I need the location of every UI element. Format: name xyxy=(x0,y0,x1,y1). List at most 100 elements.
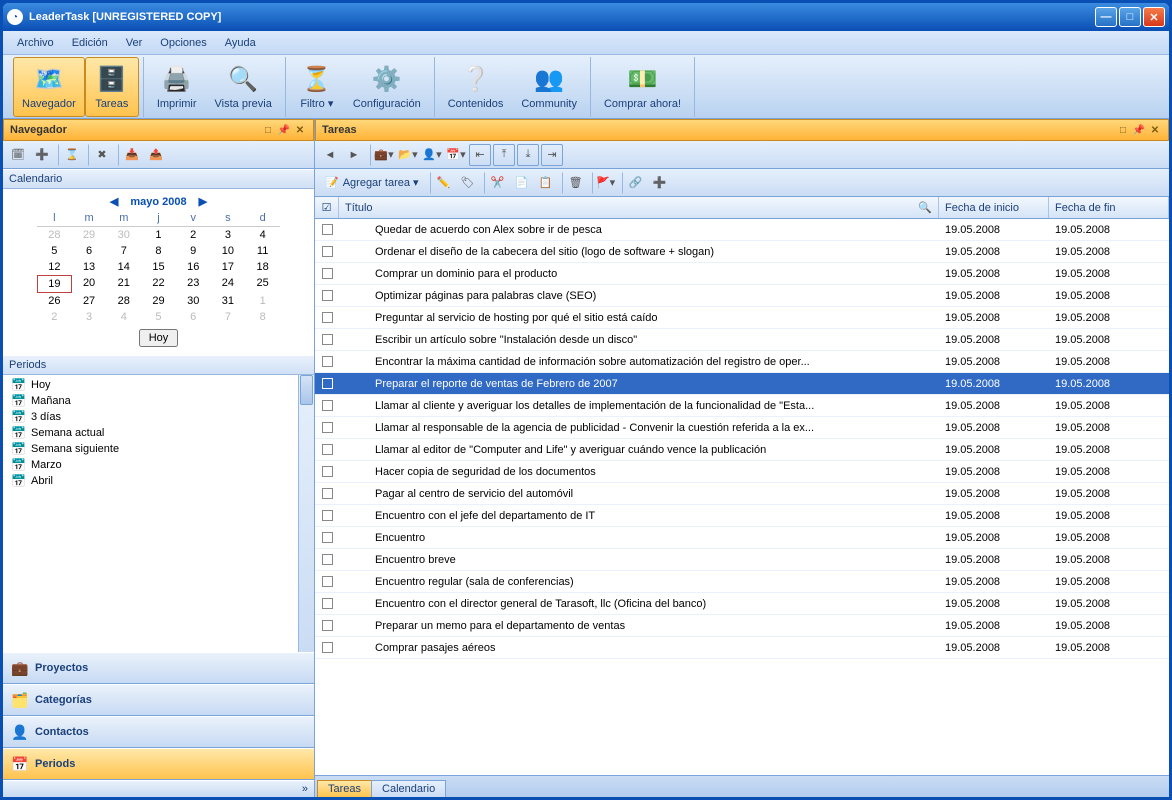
calendar-day[interactable]: 15 xyxy=(141,259,176,275)
link-new-icon[interactable]: ➕ xyxy=(649,172,671,194)
menu-archivo[interactable]: Archivo xyxy=(9,34,62,52)
task-row[interactable]: Pagar al centro de servicio del automóvi… xyxy=(315,483,1169,505)
nav-fwd-icon[interactable]: ► xyxy=(343,144,365,166)
cal-dropdown-icon[interactable]: 📅▾ xyxy=(445,144,467,166)
calendar-day[interactable]: 18 xyxy=(245,259,280,275)
calendar-day[interactable]: 21 xyxy=(106,275,141,293)
task-checkbox[interactable] xyxy=(322,642,333,653)
task-row[interactable]: Preparar el reporte de ventas de Febrero… xyxy=(315,373,1169,395)
toolbar-navegador[interactable]: 🗺️Navegador xyxy=(13,57,85,117)
task-checkbox[interactable] xyxy=(322,400,333,411)
column-checkbox[interactable]: ☑ xyxy=(315,197,339,218)
calendar-day-prev[interactable]: 30 xyxy=(106,227,141,243)
calendar-day[interactable]: 16 xyxy=(176,259,211,275)
task-row[interactable]: Comprar un dominio para el producto19.05… xyxy=(315,263,1169,285)
task-row[interactable]: Quedar de acuerdo con Alex sobre ir de p… xyxy=(315,219,1169,241)
task-checkbox[interactable] xyxy=(322,268,333,279)
calendar-day-next[interactable]: 6 xyxy=(176,309,211,325)
calendar-day[interactable]: 7 xyxy=(106,243,141,259)
tasks-panel-close-icon[interactable]: ✕ xyxy=(1148,123,1162,137)
move-down-icon[interactable]: ⤓ xyxy=(517,144,539,166)
task-checkbox[interactable] xyxy=(322,444,333,455)
task-checkbox[interactable] xyxy=(322,466,333,477)
calendar-day[interactable]: 29 xyxy=(141,293,176,309)
scrollbar[interactable] xyxy=(298,375,314,652)
calendar-day[interactable]: 22 xyxy=(141,275,176,293)
task-row[interactable]: Optimizar páginas para palabras clave (S… xyxy=(315,285,1169,307)
add-task-button[interactable]: 📝 Agregar tarea ▾ xyxy=(319,174,425,191)
calendar-day[interactable]: 5 xyxy=(37,243,72,259)
task-row[interactable]: Hacer copia de seguridad de los document… xyxy=(315,461,1169,483)
toolbar-comprarahora[interactable]: 💵Comprar ahora! xyxy=(595,57,690,117)
user-dropdown-icon[interactable]: 👤▾ xyxy=(421,144,443,166)
task-checkbox[interactable] xyxy=(322,488,333,499)
task-checkbox[interactable] xyxy=(322,532,333,543)
task-row[interactable]: Preparar un memo para el departamento de… xyxy=(315,615,1169,637)
task-row[interactable]: Preguntar al servicio de hosting por qué… xyxy=(315,307,1169,329)
nav-collapse-chevron[interactable]: » xyxy=(3,780,314,797)
calendar-today-button[interactable]: Hoy xyxy=(139,329,179,347)
link-add-icon[interactable]: 🔗 xyxy=(625,172,647,194)
calendar-day[interactable]: 3 xyxy=(211,227,246,243)
task-checkbox[interactable] xyxy=(322,356,333,367)
close-button[interactable]: ✕ xyxy=(1143,7,1165,27)
task-row[interactable]: Encuentro con el director general de Tar… xyxy=(315,593,1169,615)
calendar-day[interactable]: 11 xyxy=(245,243,280,259)
nav-tool-2[interactable]: ➕ xyxy=(31,144,53,166)
calendar-day-next[interactable]: 7 xyxy=(211,309,246,325)
calendar-day[interactable]: 14 xyxy=(106,259,141,275)
toolbar-configuracin[interactable]: ⚙️Configuración xyxy=(344,57,430,117)
calendar-day[interactable]: 20 xyxy=(72,275,107,293)
calendar-day[interactable]: 6 xyxy=(72,243,107,259)
menu-edición[interactable]: Edición xyxy=(64,34,116,52)
task-row[interactable]: Encuentro regular (sala de conferencias)… xyxy=(315,571,1169,593)
move-left-icon[interactable]: ⇤ xyxy=(469,144,491,166)
task-checkbox[interactable] xyxy=(322,312,333,323)
nav-tool-5[interactable]: 📥 xyxy=(121,144,143,166)
nav-proyectos[interactable]: 💼Proyectos xyxy=(3,652,314,684)
period-item[interactable]: 3 días xyxy=(3,409,314,425)
edit-props-icon[interactable]: 🏷 xyxy=(457,172,479,194)
task-checkbox[interactable] xyxy=(322,290,333,301)
calendar-day[interactable]: 27 xyxy=(72,293,107,309)
nav-tool-3[interactable]: ⌛ xyxy=(61,144,83,166)
nav-periods[interactable]: 📅Periods xyxy=(3,748,314,780)
calendar-prev-month[interactable]: ◀ xyxy=(104,195,124,208)
calendar-day-next[interactable]: 1 xyxy=(245,293,280,309)
period-item[interactable]: Mañana xyxy=(3,393,314,409)
task-checkbox[interactable] xyxy=(322,598,333,609)
menu-opciones[interactable]: Opciones xyxy=(152,34,214,52)
calendar-day[interactable]: 19 xyxy=(37,275,72,293)
calendar-day-next[interactable]: 4 xyxy=(106,309,141,325)
task-checkbox[interactable] xyxy=(322,554,333,565)
calendar-day-next[interactable]: 5 xyxy=(141,309,176,325)
flag-dropdown-icon[interactable]: 🚩▾ xyxy=(595,172,617,194)
column-title[interactable]: Título🔍 xyxy=(339,197,939,218)
calendar-day[interactable]: 26 xyxy=(37,293,72,309)
tasks-panel-window-icon[interactable]: □ xyxy=(1116,123,1130,137)
minimize-button[interactable]: — xyxy=(1095,7,1117,27)
bottom-tab-calendario[interactable]: Calendario xyxy=(371,780,446,797)
period-item[interactable]: Semana siguiente xyxy=(3,441,314,457)
move-up-icon[interactable]: ⤒ xyxy=(493,144,515,166)
calendar-day[interactable]: 31 xyxy=(211,293,246,309)
toolbar-contenidos[interactable]: ❔Contenidos xyxy=(439,57,513,117)
search-icon[interactable]: 🔍 xyxy=(918,201,932,214)
calendar-day[interactable]: 8 xyxy=(141,243,176,259)
calendar-day-prev[interactable]: 28 xyxy=(37,227,72,243)
task-checkbox[interactable] xyxy=(322,422,333,433)
period-item[interactable]: Hoy xyxy=(3,377,314,393)
calendar-day[interactable]: 25 xyxy=(245,275,280,293)
period-item[interactable]: Abril xyxy=(3,473,314,489)
calendar-day[interactable]: 2 xyxy=(176,227,211,243)
task-checkbox[interactable] xyxy=(322,224,333,235)
calendar-day-next[interactable]: 2 xyxy=(37,309,72,325)
toolbar-filtro[interactable]: ⏳Filtro ▾ xyxy=(290,57,344,117)
task-checkbox[interactable] xyxy=(322,378,333,389)
task-row[interactable]: Encuentro con el jefe del departamento d… xyxy=(315,505,1169,527)
task-checkbox[interactable] xyxy=(322,510,333,521)
tasks-panel-pin-icon[interactable]: 📌 xyxy=(1132,123,1146,137)
calendar-day[interactable]: 10 xyxy=(211,243,246,259)
calendar-day-prev[interactable]: 29 xyxy=(72,227,107,243)
delete-icon[interactable]: 🗑 xyxy=(565,172,587,194)
